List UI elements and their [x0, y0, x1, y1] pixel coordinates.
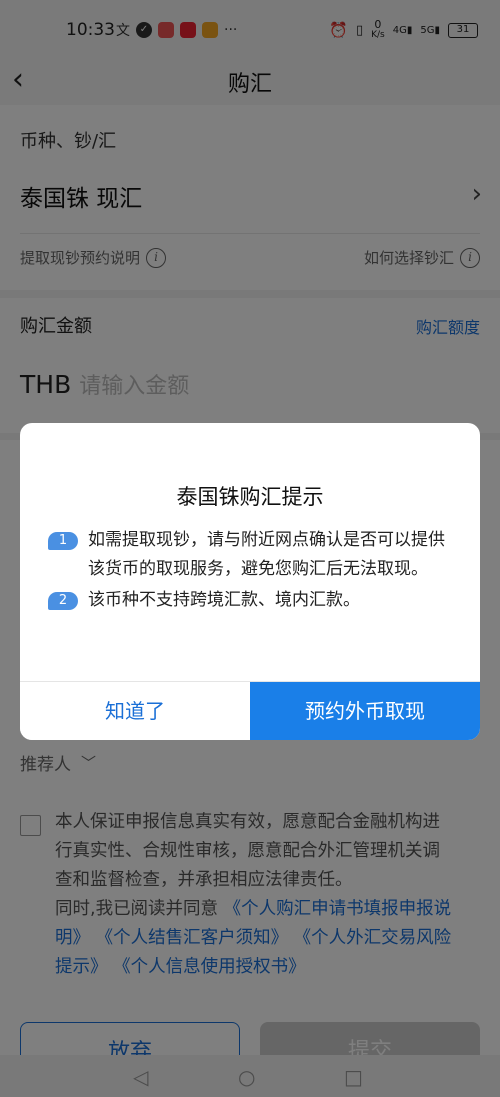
dialog-title: 泰国铢购汇提示	[176, 485, 324, 509]
reserve-cash-button[interactable]: 预约外币取现	[250, 682, 480, 740]
purchase-tip-dialog: 泰国铢购汇提示 1 如需提取现钞，请与附近网点确认是否可以提供 该货币的取现服务…	[20, 423, 480, 740]
number-badge-icon: 1	[48, 532, 78, 550]
dialog-item-line: 该币种不支持跨境汇款、境内汇款。	[88, 590, 360, 610]
dialog-item-line: 如需提取现钞，请与附近网点确认是否可以提供	[88, 530, 445, 550]
dialog-item: 2 该币种不支持跨境汇款、境内汇款。	[48, 586, 468, 615]
acknowledge-button[interactable]: 知道了	[20, 682, 250, 740]
dialog-item-line: 该货币的取现服务，避免您购汇后无法取现。	[88, 559, 428, 579]
number-badge-icon: 2	[48, 592, 78, 610]
dialog-item: 1 如需提取现钞，请与附近网点确认是否可以提供 该货币的取现服务，避免您购汇后无…	[48, 526, 468, 584]
dialog-footer: 知道了 预约外币取现	[20, 681, 480, 740]
